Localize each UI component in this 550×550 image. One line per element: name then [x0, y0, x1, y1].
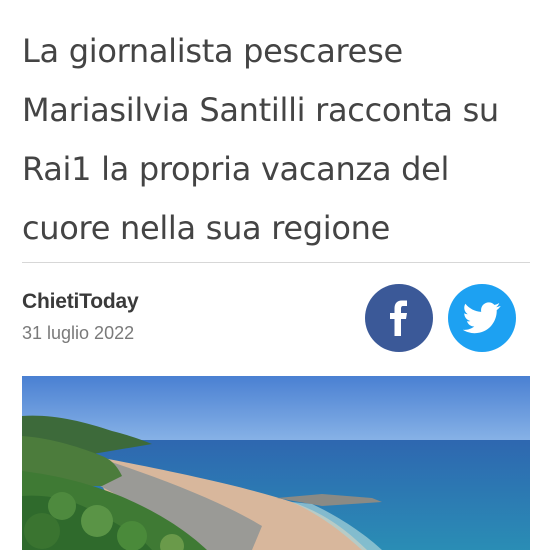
twitter-share-button[interactable] — [448, 284, 516, 352]
article-headline: La giornalista pescarese Mariasilvia San… — [22, 22, 532, 258]
headline-line: cuore nella sua regione — [22, 209, 391, 247]
article-page: La giornalista pescarese Mariasilvia San… — [0, 0, 550, 550]
twitter-icon — [463, 302, 501, 334]
headline-line: Mariasilvia Santilli racconta su — [22, 91, 499, 129]
coastal-beach-photo — [22, 376, 530, 550]
source-name[interactable]: ChietiToday — [22, 290, 139, 314]
publish-date: 31 luglio 2022 — [22, 323, 135, 343]
headline-line: Rai1 la propria vacanza del — [22, 150, 450, 188]
facebook-share-button[interactable] — [365, 284, 433, 352]
divider — [22, 262, 530, 263]
headline-line: La giornalista pescarese — [22, 32, 403, 70]
facebook-icon — [390, 300, 407, 336]
